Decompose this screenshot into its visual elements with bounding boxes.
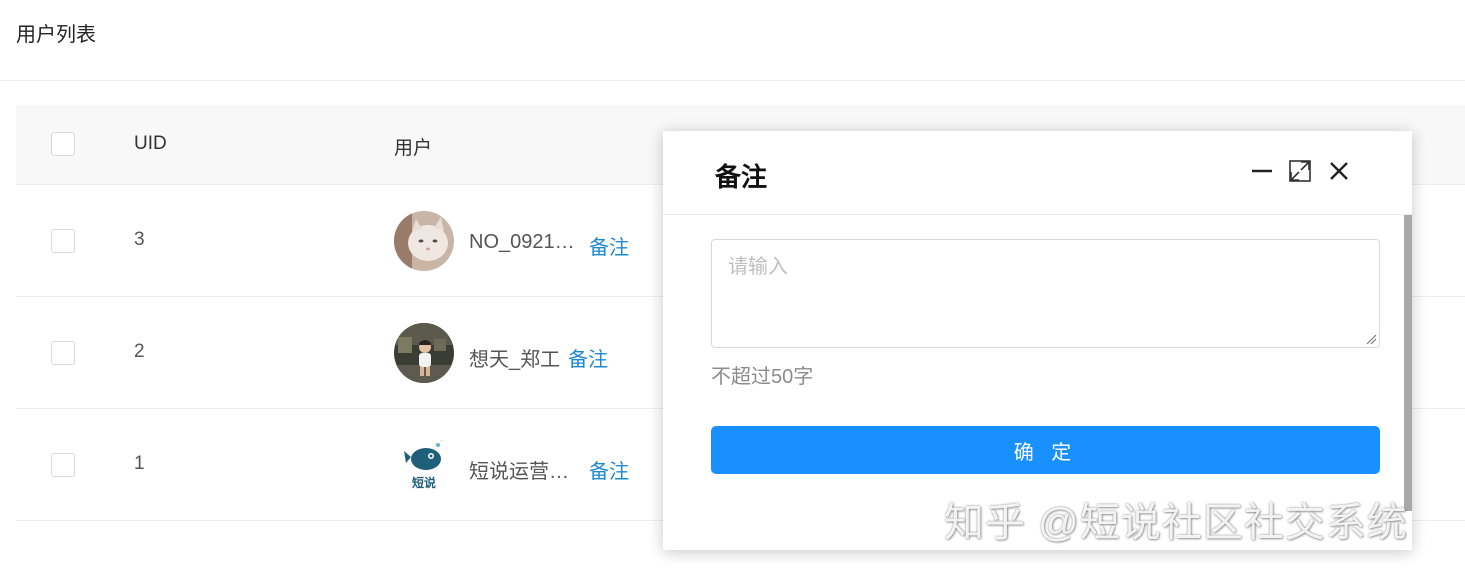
minimize-button[interactable] [1248,157,1276,185]
user-avatar[interactable] [394,323,454,383]
confirm-button[interactable]: 确 定 [711,426,1380,474]
row-checkbox[interactable] [51,229,75,253]
char-limit-hint: 不超过50字 [711,366,814,388]
cat-photo-avatar [394,211,454,271]
close-button[interactable] [1325,157,1353,185]
remark-link[interactable]: 备注 [589,455,629,484]
user-avatar[interactable] [394,211,454,271]
resize-handle-icon[interactable] [1365,333,1377,345]
row-uid: 3 [134,229,145,250]
header-user: 用户 [394,138,433,159]
remark-link[interactable]: 备注 [568,343,608,372]
watermark: 知乎 @短说社区社交系统 [944,501,1408,545]
close-icon [1330,162,1348,180]
dialog-scrollbar[interactable] [1404,215,1412,511]
duanshuo-logo-avatar: 短说 [394,435,454,495]
user-name: NO_0921… [469,231,575,253]
dialog-header: 备注 [663,131,1412,215]
dialog-title: 备注 [715,162,768,192]
maximize-button[interactable] [1286,157,1314,185]
minimize-icon [1252,169,1272,173]
remark-link[interactable]: 备注 [589,231,629,260]
svg-text:短说: 短说 [412,475,436,490]
row-uid: 1 [134,453,145,474]
remark-textarea[interactable] [711,239,1380,348]
user-avatar[interactable]: 短说 [394,435,454,495]
row-checkbox[interactable] [51,341,75,365]
title-divider [0,80,1465,81]
user-name: 短说运营… [469,461,569,483]
child-photo-avatar [394,323,454,383]
header-uid: UID [134,133,167,154]
maximize-icon [1289,160,1311,182]
select-all-checkbox[interactable] [51,132,75,156]
remark-dialog: 备注 不超过50字 确 定 [663,131,1412,550]
row-checkbox[interactable] [51,453,75,477]
user-name: 想天_郑工 [469,349,561,371]
page-title: 用户列表 [16,24,96,46]
row-uid: 2 [134,341,145,362]
